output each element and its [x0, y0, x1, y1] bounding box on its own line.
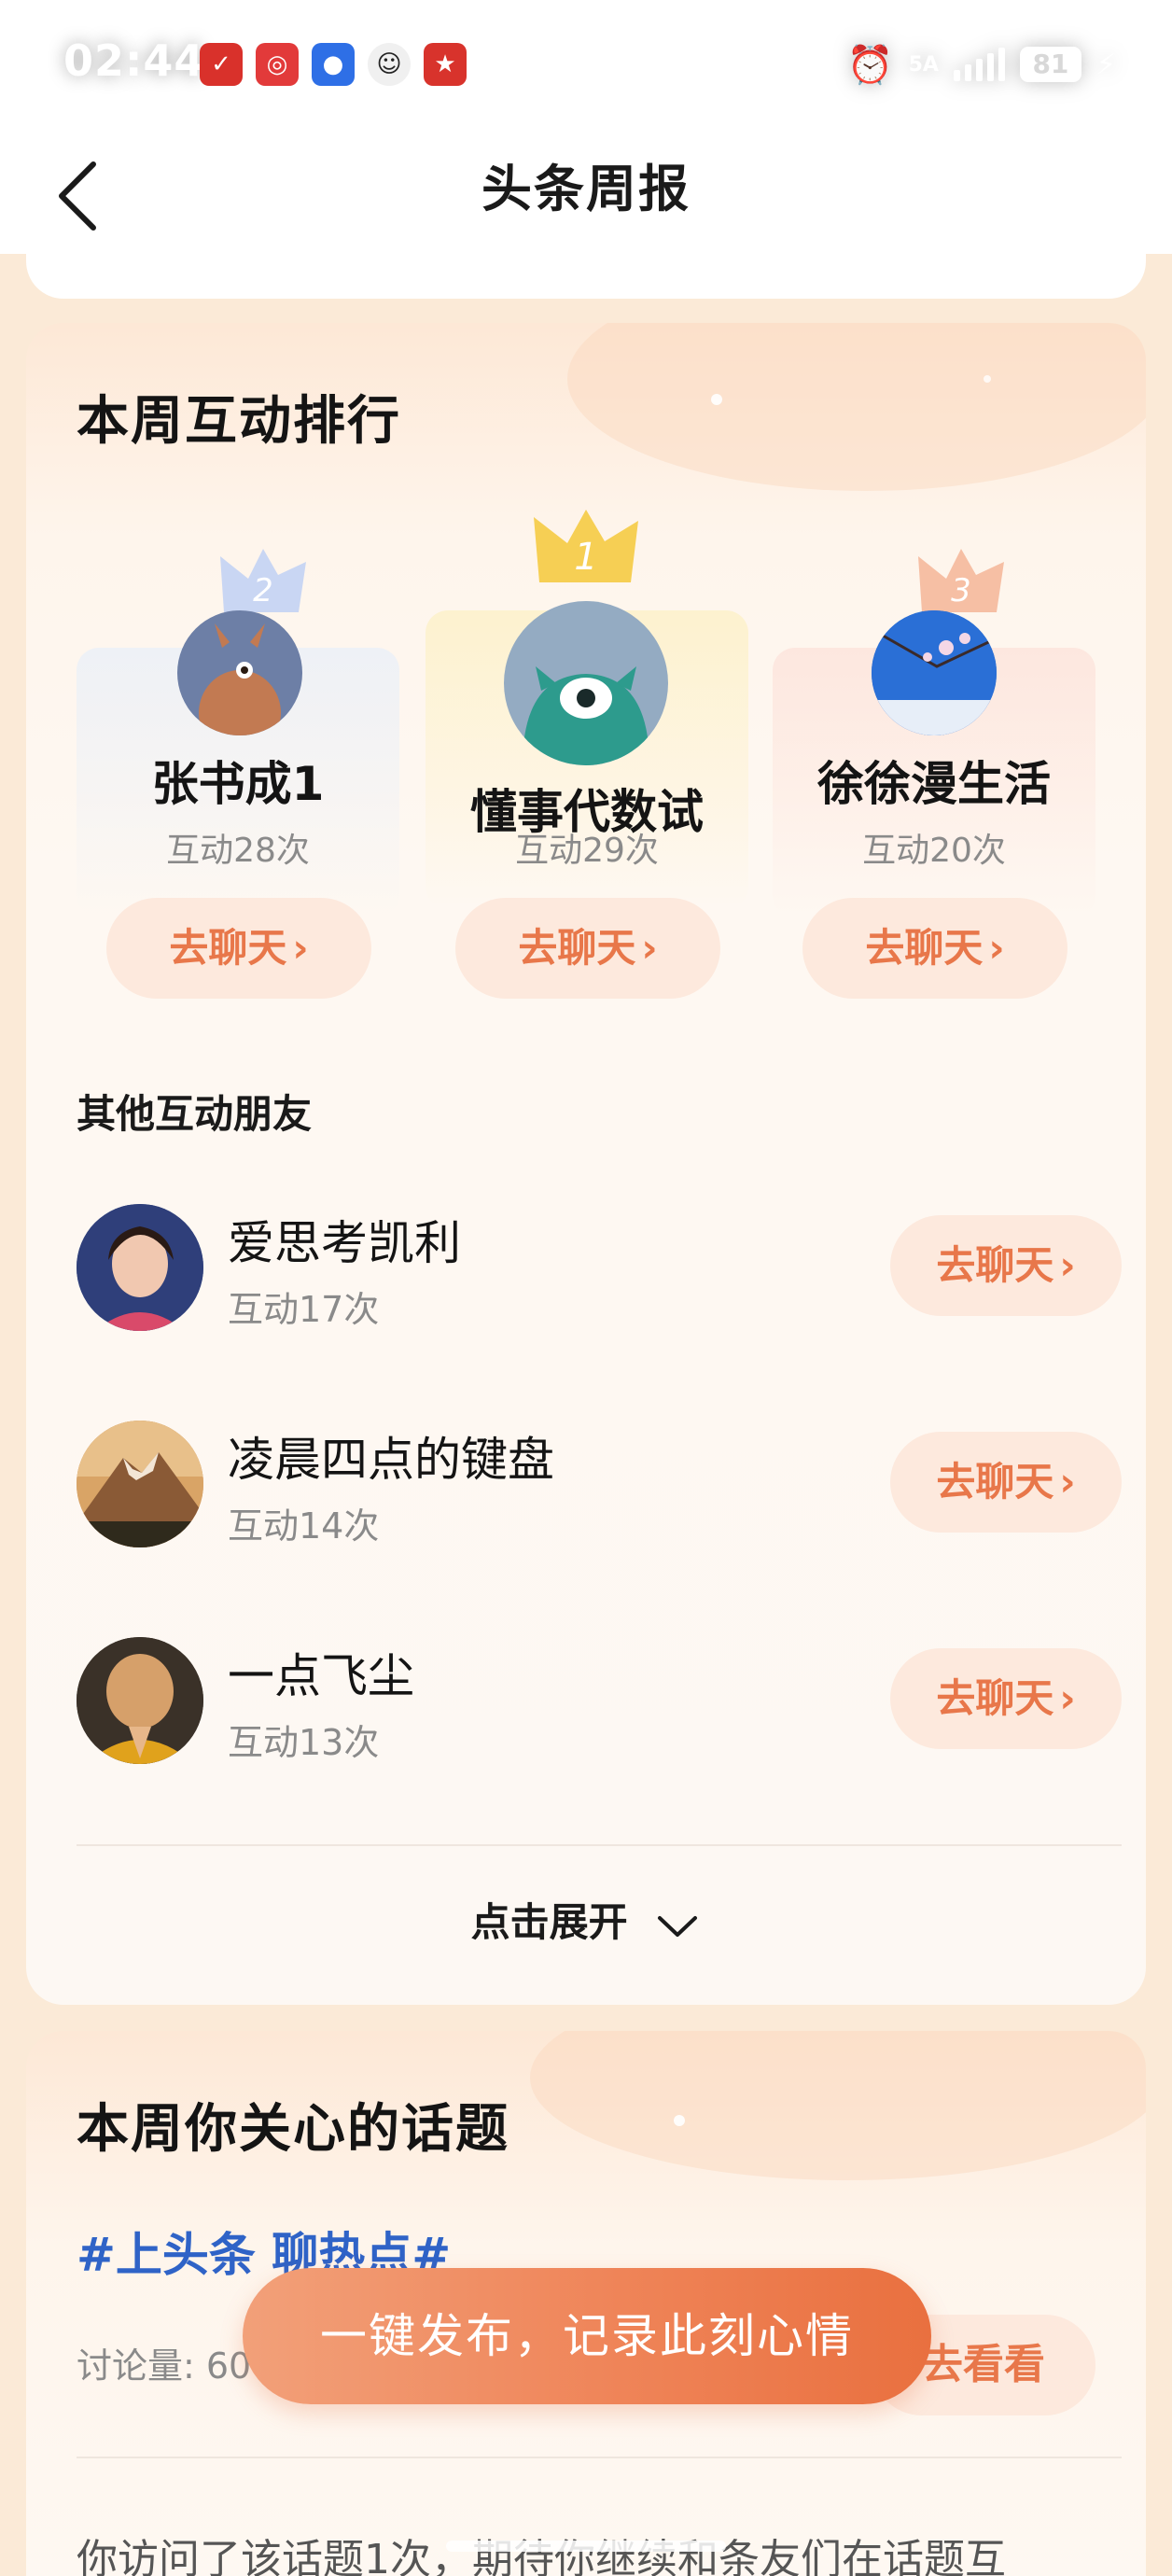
star-app-icon: ★ — [424, 43, 467, 86]
friend-chat-button[interactable]: 去聊天 › — [890, 1648, 1122, 1749]
rank-3-count: 互动20次 — [862, 832, 1006, 870]
sky-blossom-avatar-icon — [872, 610, 997, 735]
gold-crown-icon: 1 — [534, 510, 638, 582]
battery-indicator: 81 — [1019, 47, 1081, 82]
rank-3-name: 徐徐漫生活 — [817, 757, 1051, 811]
friend-count: 互动14次 — [228, 1505, 380, 1547]
list-item: 一点飞尘 互动13次 去聊天 › — [77, 1635, 1122, 1766]
deer-avatar-icon — [199, 623, 281, 735]
previous-card-bottom — [26, 233, 1146, 299]
portrait-avatar-icon — [77, 1204, 203, 1331]
status-bar: 02:44 ✓ ◎ ● ☺ ★ ⏰ 5A 81 ⚡ — [0, 0, 1172, 131]
chat-button-label: 去聊天 — [936, 1675, 1054, 1721]
chat-button-label: 去聊天 — [169, 925, 287, 971]
rank-2-count: 互动28次 — [166, 832, 310, 870]
mountain-avatar-icon — [77, 1421, 203, 1547]
divider — [77, 1844, 1122, 1846]
ranking-title: 本周互动排行 — [77, 391, 401, 452]
friend-name: 一点飞尘 — [228, 1649, 414, 1703]
chat-button-label: 去聊天 — [936, 1459, 1054, 1505]
rank-2-number: 2 — [253, 572, 273, 609]
rank-2-avatar[interactable] — [177, 610, 302, 735]
chevron-down-icon — [658, 1915, 698, 1937]
rank-1-count: 互动29次 — [515, 832, 659, 870]
view-topic-label: 去看看 — [922, 2341, 1045, 2388]
chevron-right-icon: › — [1059, 1675, 1076, 1721]
chat-button-label: 去聊天 — [865, 925, 984, 971]
rank-1-number: 1 — [574, 536, 597, 579]
chat-button-label: 去聊天 — [518, 925, 636, 971]
chevron-right-icon: › — [1059, 1459, 1076, 1505]
friend-name: 爱思考凯利 — [228, 1216, 461, 1270]
topics-title: 本周你关心的话题 — [77, 2099, 509, 2160]
expand-button[interactable]: 点击展开 — [26, 1891, 1146, 1948]
home-indicator[interactable] — [446, 2541, 726, 2552]
friend-avatar[interactable] — [77, 1421, 203, 1547]
list-item: 凌晨四点的键盘 互动14次 去聊天 › — [77, 1419, 1122, 1549]
rank-3-chat-button[interactable]: 去聊天 › — [802, 898, 1067, 999]
friend-avatar[interactable] — [77, 1204, 203, 1331]
friend-name: 凌晨四点的键盘 — [228, 1433, 554, 1487]
chevron-right-icon: › — [292, 925, 309, 971]
friend-chat-button[interactable]: 去聊天 › — [890, 1432, 1122, 1533]
rank-2-name: 张书成1 — [151, 757, 325, 811]
charging-icon: ⚡ — [1095, 48, 1116, 81]
list-item: 爱思考凯利 互动17次 去聊天 › — [77, 1202, 1122, 1333]
person-avatar-icon — [77, 1637, 203, 1764]
quick-publish-button[interactable]: 一键发布，记录此刻心情 — [243, 2268, 931, 2404]
status-indicators: ⏰ 5A 81 ⚡ — [847, 41, 1116, 88]
rank-3-avatar[interactable] — [872, 610, 997, 735]
friend-count: 互动17次 — [228, 1289, 380, 1330]
rank-3-number: 3 — [951, 572, 971, 609]
divider — [77, 2457, 1122, 2458]
alarm-icon: ⏰ — [846, 43, 894, 87]
signal-icon — [953, 48, 1005, 81]
topic-discussion-count: 讨论量: 60 — [77, 2345, 252, 2387]
friend-avatar[interactable] — [77, 1637, 203, 1764]
rank-1-chat-button[interactable]: 去聊天 › — [455, 898, 720, 999]
avatar-app-icon: ☺ — [368, 43, 411, 86]
other-friends-title: 其他互动朋友 — [77, 1091, 313, 1137]
interaction-ranking-card: 本周互动排行 2 张书成1 互动28次 去聊天 › 1 懂事代数试 互动29次 … — [26, 323, 1146, 2005]
chat-button-label: 去聊天 — [936, 1242, 1054, 1288]
rank-1-avatar[interactable] — [504, 601, 668, 765]
chevron-right-icon: › — [641, 925, 658, 971]
rank-2-chat-button[interactable]: 去聊天 › — [106, 898, 371, 999]
monster-avatar-icon — [523, 666, 649, 765]
page-title: 头条周报 — [481, 160, 691, 218]
status-time: 02:44 — [63, 35, 205, 86]
target-app-icon: ◎ — [256, 43, 299, 86]
friend-chat-button[interactable]: 去聊天 › — [890, 1215, 1122, 1316]
news-app-icon: ✓ — [200, 43, 243, 86]
chevron-right-icon: › — [1059, 1242, 1076, 1288]
profile-app-icon: ● — [312, 43, 355, 86]
expand-label: 点击展开 — [470, 1899, 628, 1945]
network-label: 5A — [908, 52, 939, 77]
friend-count: 互动13次 — [228, 1722, 380, 1763]
chevron-right-icon: › — [988, 925, 1005, 971]
